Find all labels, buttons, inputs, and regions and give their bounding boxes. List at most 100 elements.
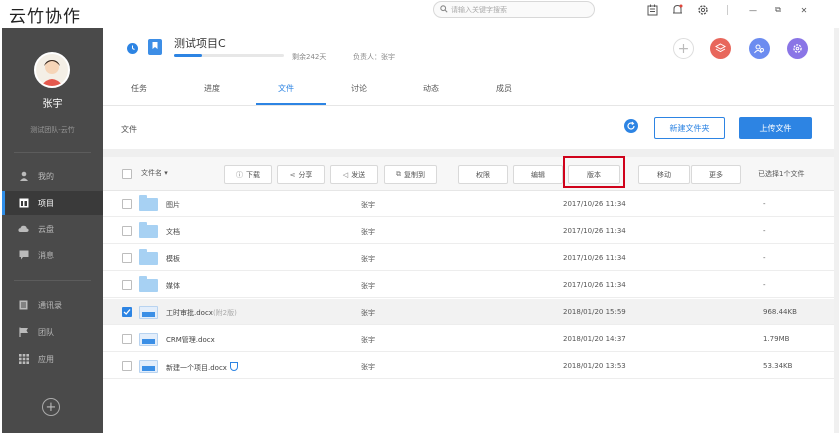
folder-icon (139, 276, 158, 292)
sidebar-item-apps[interactable]: 应用 (2, 347, 103, 371)
file-owner: 张宇 (361, 336, 375, 344)
sidebar-item-team[interactable]: 团队 (2, 320, 103, 344)
file-owner: 张宇 (361, 309, 375, 317)
table-row[interactable]: 工时审批.docx(附2版) 张宇 2018/01/20 15:59 968.44KB (103, 299, 834, 325)
tab-tasks[interactable]: 任务 (131, 83, 147, 94)
add-circle-icon[interactable]: + (673, 38, 694, 59)
settings-icon[interactable] (787, 38, 808, 59)
table-row[interactable]: 新建一个项目.docx 张宇 2018/01/20 13:53 53.34KB (103, 353, 834, 379)
search-input[interactable] (451, 5, 591, 14)
row-checkbox[interactable] (122, 361, 132, 371)
sidebar-divider (14, 152, 91, 153)
scrollbar-track[interactable] (834, 28, 839, 433)
layers-icon[interactable] (710, 38, 731, 59)
file-owner: 张宇 (361, 228, 375, 236)
select-all-checkbox[interactable] (122, 169, 132, 179)
tab-activity[interactable]: 动态 (423, 83, 439, 94)
bell-icon[interactable] (670, 3, 684, 17)
sidebar-item-label: 消息 (38, 250, 54, 260)
file-name-text: 新建一个项目.docx (166, 364, 227, 372)
send-label: 发送 (351, 170, 366, 179)
breadcrumb[interactable]: 文件 (121, 124, 137, 135)
tab-files[interactable]: 文件 (278, 83, 294, 94)
table-row[interactable]: 模板 张宇 2017/10/26 11:34 - (103, 245, 834, 271)
folder-bar: 文件 新建文件夹 上传文件 (103, 107, 834, 149)
edit-button[interactable]: 编辑 (513, 165, 563, 184)
version-button-highlight (563, 156, 625, 188)
file-name-text: 图片 (166, 201, 180, 209)
file-name[interactable]: 新建一个项目.docx (166, 362, 238, 373)
person-icon (18, 171, 29, 181)
sidebar-item-label: 应用 (38, 354, 54, 364)
file-modified-time: 2017/10/26 11:34 (563, 200, 626, 208)
row-checkbox[interactable] (122, 199, 132, 209)
title-bar: 云竹协作 — ⧉ ✕ (0, 0, 839, 28)
new-folder-button[interactable]: 新建文件夹 (654, 117, 725, 139)
project-progress-bar (174, 54, 284, 57)
file-toolbar: 文件名 ▾ ⓘ 下载 ⋖ 分享 ◁ 发送 ⧉ 复制到 权限 编辑 版本 移动 更多 已选… (103, 157, 834, 191)
tab-progress[interactable]: 进度 (204, 83, 220, 94)
sidebar-item-label: 我的 (38, 171, 54, 181)
file-name[interactable]: 工时审批.docx(附2版) (166, 308, 237, 318)
doc-file-icon (139, 360, 158, 373)
add-button[interactable]: + (42, 398, 60, 416)
row-checkbox[interactable] (122, 280, 132, 290)
table-row[interactable]: CRM管理.docx 张宇 2018/01/20 14:37 1.79MB (103, 326, 834, 352)
filename-column-header[interactable]: 文件名 ▾ (141, 168, 168, 178)
row-checkbox[interactable] (122, 253, 132, 263)
download-button[interactable]: ⓘ 下载 (224, 165, 272, 184)
row-checkbox[interactable] (122, 226, 132, 236)
send-button[interactable]: ◁ 发送 (330, 165, 378, 184)
file-size: 1.79MB (763, 335, 790, 343)
permissions-button[interactable]: 权限 (458, 165, 508, 184)
sidebar-item-cloud[interactable]: 云盘 (2, 217, 103, 241)
minimize-button[interactable]: — (746, 3, 760, 17)
file-modified-time: 2018/01/20 14:37 (563, 335, 626, 343)
copy-icon: ⧉ (396, 170, 401, 178)
search-box[interactable] (433, 1, 595, 18)
team-name[interactable]: 测试团队-云竹 (2, 125, 103, 135)
notepad-icon[interactable] (645, 3, 659, 17)
sidebar: 张宇 测试团队-云竹 我的 项目 云盘 消息 通讯录 团队 应用 + (2, 28, 103, 433)
share-button[interactable]: ⋖ 分享 (277, 165, 325, 184)
tab-discussion[interactable]: 讨论 (351, 83, 367, 94)
row-checkbox[interactable] (122, 334, 132, 344)
file-name[interactable]: 模板 (166, 254, 180, 264)
copy-to-button[interactable]: ⧉ 复制到 (384, 165, 437, 184)
sidebar-item-messages[interactable]: 消息 (2, 243, 103, 267)
file-name[interactable]: 图片 (166, 200, 180, 210)
file-name[interactable]: 媒体 (166, 281, 180, 291)
refresh-icon[interactable] (624, 119, 638, 133)
share-label: 分享 (298, 170, 313, 179)
tab-members[interactable]: 成员 (496, 83, 512, 94)
sidebar-item-contacts[interactable]: 通讯录 (2, 293, 103, 317)
restore-button[interactable]: ⧉ (771, 3, 785, 17)
file-name[interactable]: CRM管理.docx (166, 335, 215, 345)
project-icon (18, 198, 29, 208)
sidebar-item-mine[interactable]: 我的 (2, 164, 103, 188)
sidebar-item-project[interactable]: 项目 (2, 191, 103, 215)
doc-file-icon (139, 306, 158, 319)
file-owner: 张宇 (361, 363, 375, 371)
table-row[interactable]: 图片 张宇 2017/10/26 11:34 - (103, 191, 834, 217)
move-button[interactable]: 移动 (638, 165, 690, 184)
tab-bar: 任务 进度 文件 讨论 动态 成员 (103, 72, 834, 106)
shield-icon (229, 362, 238, 371)
upload-file-button[interactable]: 上传文件 (739, 117, 812, 139)
download-icon: ⓘ (236, 170, 243, 179)
more-button[interactable]: 更多 (691, 165, 741, 184)
close-button[interactable]: ✕ (797, 3, 811, 17)
file-name[interactable]: 文档 (166, 227, 180, 237)
table-row[interactable]: 媒体 张宇 2017/10/26 11:34 - (103, 272, 834, 298)
file-modified-time: 2017/10/26 11:34 (563, 227, 626, 235)
titlebar-divider (727, 5, 728, 15)
gear-icon[interactable] (696, 3, 710, 17)
file-version-note: (附2版) (212, 309, 237, 317)
apps-icon (18, 354, 29, 364)
file-name-text: 文档 (166, 228, 180, 236)
avatar[interactable] (34, 52, 70, 88)
members-icon[interactable] (749, 38, 770, 59)
sidebar-item-label: 通讯录 (38, 300, 62, 310)
row-checkbox[interactable] (122, 307, 132, 317)
table-row[interactable]: 文档 张宇 2017/10/26 11:34 - (103, 218, 834, 244)
